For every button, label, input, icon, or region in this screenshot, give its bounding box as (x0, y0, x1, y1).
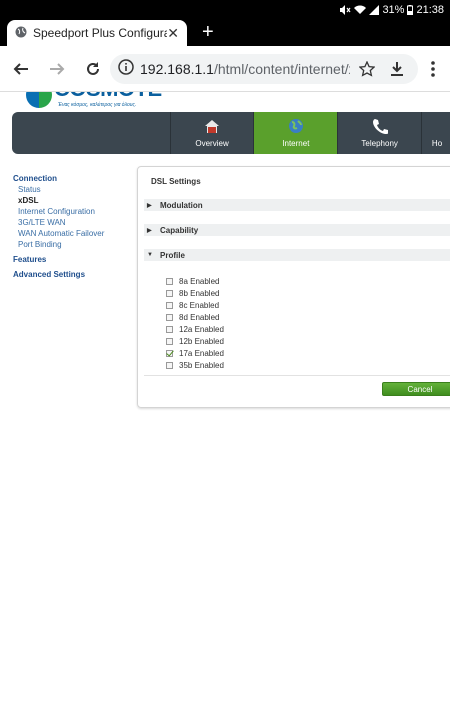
slogan: Ένας κόσμος, καλύτερος για όλους. (58, 102, 137, 108)
close-tab-icon[interactable]: ✕ (167, 25, 179, 42)
forward-arrow-icon[interactable] (46, 58, 68, 80)
url-text[interactable]: 192.168.1.1/html/content/internet/xdsl (140, 61, 350, 77)
nav-telephony[interactable]: Telephony (338, 112, 423, 154)
nav-home-partial[interactable]: Ho (422, 112, 450, 154)
profile-option[interactable]: 8c Enabled (166, 300, 219, 310)
caret-down-icon: ▼ (147, 252, 153, 258)
tab-title: Speedport Plus Configuratio (33, 26, 167, 40)
sidebar-item-internet-configuration[interactable]: Internet Configuration (13, 207, 104, 216)
profile-checkbox[interactable] (166, 277, 173, 285)
nav-overview[interactable]: Overview (171, 112, 255, 154)
profile-option[interactable]: 12b Enabled (166, 336, 224, 346)
profile-label: 8c Enabled (179, 300, 220, 310)
profile-checkbox[interactable] (166, 301, 173, 309)
cancel-button[interactable]: Cancel (382, 382, 450, 396)
sidebar-item-status[interactable]: Status (13, 185, 104, 194)
clock: 21:38 (416, 4, 444, 16)
back-arrow-icon[interactable] (10, 58, 32, 80)
sidebar: Connection Status xDSL Internet Configur… (13, 174, 104, 279)
phone-icon (372, 117, 388, 135)
android-status-bar: 31% 21:38 (0, 0, 450, 20)
browser-tab-strip: Speedport Plus Configuratio ✕ + (0, 20, 450, 46)
sidebar-advanced-settings[interactable]: Advanced Settings (13, 270, 104, 279)
url-path: /html/content/internet/xdsl (213, 61, 350, 77)
sidebar-features[interactable]: Features (13, 255, 104, 264)
globe-icon (288, 117, 304, 135)
dsl-settings-panel: DSL Settings ▶ Modulation ▶ Capability ▼… (137, 166, 450, 408)
caret-right-icon: ▶ (147, 227, 152, 234)
profile-checkbox[interactable] (166, 349, 173, 357)
divider (144, 375, 450, 376)
sidebar-item-xdsl[interactable]: xDSL (13, 196, 104, 205)
nav-home-label: Ho (431, 139, 443, 148)
home-icon (204, 117, 220, 135)
sidebar-item-wan-failover[interactable]: WAN Automatic Failover (13, 229, 104, 238)
nav-internet[interactable]: Internet (254, 112, 339, 154)
mute-icon (339, 5, 351, 15)
globe-favicon-icon (15, 26, 27, 41)
main-nav: Overview Internet Telephony Ho (12, 112, 450, 154)
profile-label: 12a Enabled (179, 324, 224, 334)
menu-kebab-icon[interactable] (422, 58, 444, 80)
section-capability-label: Capability (160, 225, 199, 235)
caret-right-icon: ▶ (147, 202, 152, 209)
panel-title: DSL Settings (151, 177, 201, 186)
profile-option[interactable]: 35b Enabled (166, 360, 224, 370)
profile-checkbox[interactable] (166, 313, 173, 321)
profile-checkbox[interactable] (166, 361, 173, 369)
sidebar-item-port-binding[interactable]: Port Binding (13, 240, 104, 249)
profile-option[interactable]: 8d Enabled (166, 312, 219, 322)
profile-label: 8d Enabled (179, 312, 220, 322)
battery-level: 31% (382, 4, 405, 16)
reload-icon[interactable] (82, 58, 104, 80)
nav-internet-label: Internet (282, 139, 310, 148)
profile-option[interactable]: 12a Enabled (166, 324, 224, 334)
profile-checkbox[interactable] (166, 337, 173, 345)
section-capability[interactable]: ▶ Capability (144, 224, 450, 236)
bookmark-star-icon[interactable] (356, 58, 378, 80)
profile-option[interactable]: 17a Enabled (166, 348, 224, 358)
section-profile-label: Profile (160, 250, 185, 260)
battery-icon (407, 5, 414, 15)
cosmote-logo-mark-icon (26, 92, 52, 108)
profile-option[interactable]: 8b Enabled (166, 288, 219, 298)
sidebar-connection[interactable]: Connection (13, 174, 104, 183)
section-modulation[interactable]: ▶ Modulation (144, 199, 450, 211)
browser-tab[interactable]: Speedport Plus Configuratio ✕ (7, 20, 187, 46)
profile-label: 8b Enabled (179, 288, 220, 298)
browser-toolbar: 192.168.1.1/html/content/internet/xdsl (0, 46, 450, 92)
url-host: 192.168.1.1 (140, 61, 214, 77)
profile-checkbox[interactable] (166, 325, 173, 333)
profile-label: 12b Enabled (179, 336, 224, 346)
profile-label: 8a Enabled (179, 276, 220, 286)
section-profile[interactable]: ▼ Profile (144, 249, 450, 261)
nav-telephony-label: Telephony (361, 139, 398, 148)
router-page: COSMOTE Ένας κόσμος, καλύτερος για όλους… (0, 92, 450, 720)
info-icon[interactable] (118, 58, 134, 80)
sidebar-item-3g-lte-wan[interactable]: 3G/LTE WAN (13, 218, 104, 227)
signal-icon (369, 5, 380, 15)
new-tab-icon[interactable]: + (202, 22, 214, 42)
profile-option[interactable]: 8a Enabled (166, 276, 219, 286)
profile-label: 17a Enabled (179, 348, 224, 358)
profile-checkbox[interactable] (166, 289, 173, 297)
wifi-icon (354, 5, 367, 15)
logo-text: COSMOTE (54, 92, 162, 102)
profile-label: 35b Enabled (179, 360, 224, 370)
download-icon[interactable] (386, 58, 408, 80)
nav-overview-label: Overview (195, 139, 229, 148)
section-modulation-label: Modulation (160, 200, 203, 210)
